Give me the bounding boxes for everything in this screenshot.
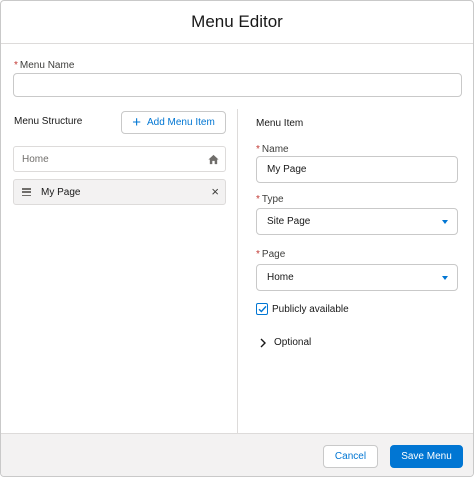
checkmark-icon (258, 305, 267, 313)
page-select[interactable]: Home (256, 264, 458, 291)
menu-tree-item-label: My Page (41, 186, 81, 198)
add-menu-item-button[interactable]: + Add Menu Item (121, 111, 226, 134)
menu-editor-modal: Menu Editor * Menu Name Menu Structure + … (0, 0, 474, 477)
menu-item-title: Menu Item (256, 118, 304, 129)
home-icon (208, 154, 219, 165)
publicly-available-row: Publicly available (256, 303, 349, 315)
modal-header: Menu Editor (1, 1, 473, 44)
caret-down-icon (442, 276, 448, 280)
menu-name-label: * Menu Name (14, 60, 75, 71)
add-menu-item-label: Add Menu Item (146, 117, 215, 128)
required-asterisk: * (256, 144, 260, 155)
save-menu-button[interactable]: Save Menu (390, 445, 463, 468)
optional-label: Optional (274, 337, 312, 348)
menu-tree-item-my-page[interactable]: My Page × (13, 179, 226, 205)
plus-icon: + (132, 114, 141, 131)
required-asterisk: * (256, 194, 260, 205)
modal-title: Menu Editor (191, 12, 283, 31)
publicly-available-label: Publicly available (272, 303, 349, 315)
modal-footer: Cancel Save Menu (1, 433, 473, 476)
chevron-right-icon (260, 338, 266, 347)
name-field-label: * Name (256, 144, 289, 155)
menu-tree-item-home[interactable]: Home (13, 146, 226, 172)
panel-divider (237, 109, 238, 433)
name-input[interactable]: My Page (256, 156, 458, 183)
publicly-available-checkbox[interactable] (256, 303, 268, 315)
menu-structure-title: Menu Structure (14, 116, 83, 127)
required-asterisk: * (14, 60, 18, 71)
caret-down-icon (442, 220, 448, 224)
page-field-label: * Page (256, 249, 286, 260)
menu-name-input[interactable] (13, 73, 462, 97)
cancel-button[interactable]: Cancel (323, 445, 378, 468)
type-select[interactable]: Site Page (256, 208, 458, 235)
optional-section-toggle[interactable]: Optional (259, 337, 311, 348)
menu-tree-item-label: Home (22, 153, 49, 165)
type-select-value: Site Page (267, 216, 311, 227)
required-asterisk: * (256, 249, 260, 260)
remove-item-icon[interactable]: × (211, 185, 219, 198)
page-select-value: Home (267, 272, 294, 283)
drag-handle-icon[interactable] (22, 188, 31, 196)
type-field-label: * Type (256, 194, 284, 205)
